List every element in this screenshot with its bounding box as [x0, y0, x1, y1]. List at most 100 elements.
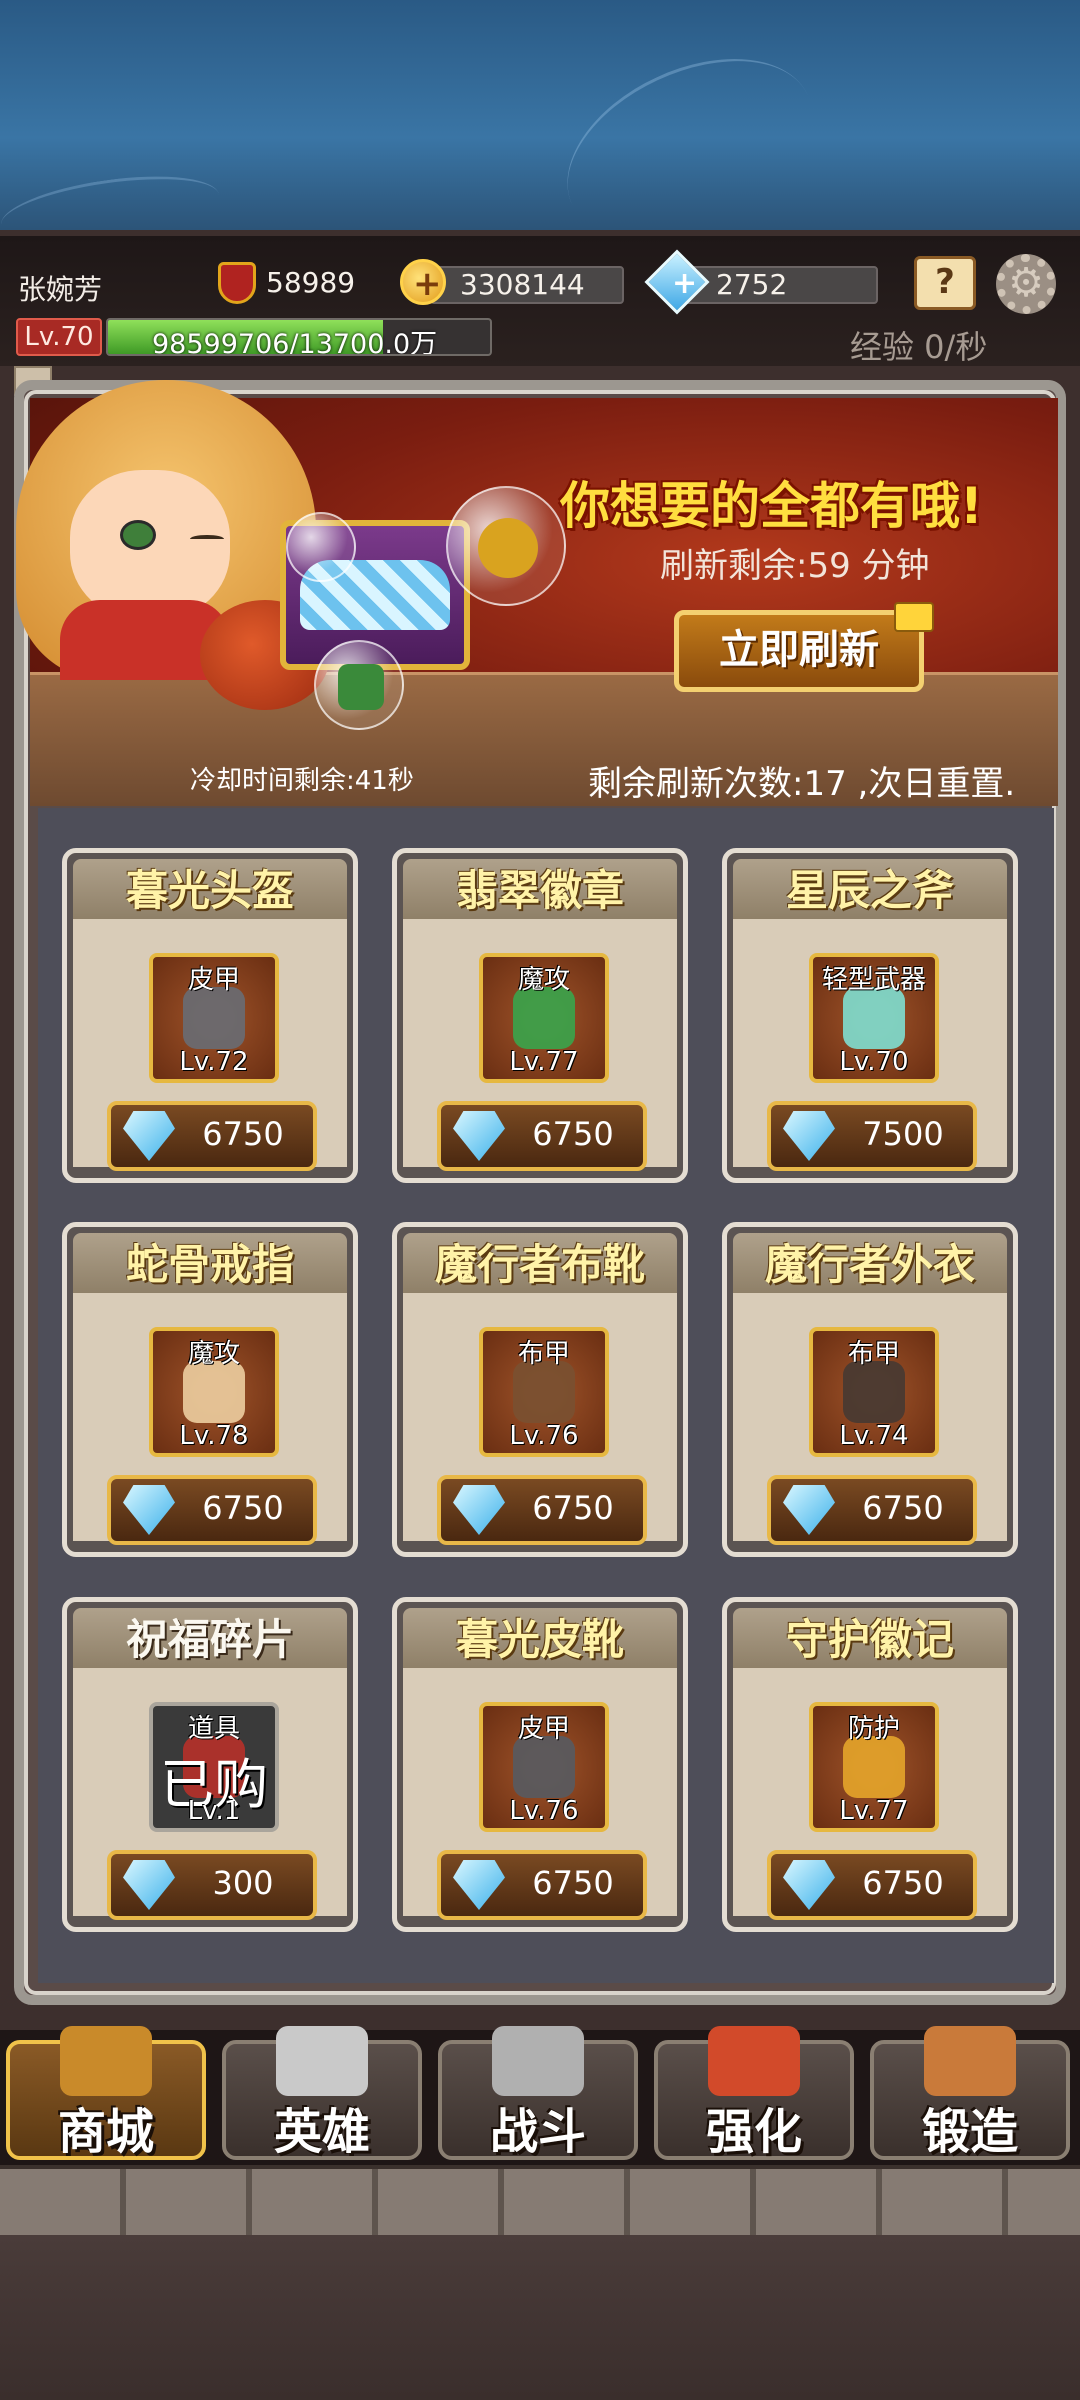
item-name: 星辰之斧	[785, 866, 954, 915]
ring-bubble-icon	[446, 486, 566, 606]
treasure-chest-icon	[60, 2026, 152, 2096]
shop-item-card[interactable]: 祝福碎片道具 已购 Lv.1 300	[62, 1597, 358, 1932]
item-slot[interactable]: 道具 已购 Lv.1	[149, 1702, 279, 1832]
item-level: Lv.78	[179, 1421, 249, 1451]
anvil-icon	[924, 2026, 1016, 2096]
item-price: 300	[212, 1864, 274, 1902]
nav-tab[interactable]: 战斗	[438, 2026, 638, 2160]
sword-shield-icon	[218, 262, 256, 304]
item-type: 魔攻	[517, 965, 570, 995]
item-level: Lv.70	[839, 1047, 909, 1077]
item-slot[interactable]: 布甲 Lv.76	[479, 1327, 609, 1457]
item-price: 6750	[532, 1864, 614, 1902]
buy-button[interactable]: 7500	[767, 1101, 977, 1171]
shop-item-card[interactable]: 暮光皮靴 皮甲 Lv.76 6750	[392, 1597, 688, 1932]
hammer-icon	[708, 2026, 800, 2096]
item-type: 防护	[847, 1714, 900, 1744]
nav-tab-label: 商城	[57, 2104, 154, 2160]
diamond-icon	[453, 1485, 505, 1535]
gold-coin-plus-icon[interactable]: +	[400, 259, 446, 305]
item-slot[interactable]: 布甲 Lv.74	[809, 1327, 939, 1457]
buy-button[interactable]: 6750	[437, 1101, 647, 1171]
item-slot[interactable]: 皮甲 Lv.72	[149, 953, 279, 1083]
shop-item-card[interactable]: 暮光头盔皮甲 Lv.72 6750	[62, 848, 358, 1183]
item-name: 暮光头盔	[125, 866, 294, 915]
shop-item-card[interactable]: 守护徽记 防护 Lv.77 6750	[722, 1597, 1018, 1932]
sky-background	[0, 0, 1080, 278]
shop-item-card[interactable]: 魔行者布靴布甲 Lv.76 6750	[392, 1222, 688, 1557]
refresh-timer: 刷新剩余:59 分钟	[660, 546, 930, 586]
level-badge: Lv.70	[16, 318, 102, 356]
video-ad-icon	[894, 602, 934, 632]
nav-tab-label: 英雄	[273, 2104, 370, 2160]
character-wink	[190, 535, 224, 543]
item-slot[interactable]: 皮甲 Lv.76	[479, 1702, 609, 1832]
item-level: Lv.77	[509, 1047, 579, 1077]
stone-floor	[0, 2165, 1080, 2235]
item-type: 皮甲	[517, 1714, 570, 1744]
buy-button[interactable]: 6750	[767, 1850, 977, 1920]
item-name: 魔行者布靴	[434, 1240, 645, 1289]
item-slot[interactable]: 魔攻 Lv.77	[479, 953, 609, 1083]
buy-button[interactable]: 6750	[437, 1475, 647, 1545]
nav-tab-label: 战斗	[489, 2104, 586, 2160]
buy-button[interactable]: 6750	[767, 1475, 977, 1545]
exp-rate: 经验 0/秒	[850, 328, 988, 366]
item-slot[interactable]: 魔攻 Lv.78	[149, 1327, 279, 1457]
buy-button[interactable]: 6750	[107, 1475, 317, 1545]
gold-amount: 3308144	[460, 268, 585, 301]
item-name: 蛇骨戒指	[125, 1240, 294, 1289]
item-level: Lv.1	[187, 1796, 241, 1826]
refresh-count-text: 剩余刷新次数:17 ,次日重置.	[588, 764, 1016, 804]
buy-button[interactable]: 6750	[107, 1101, 317, 1171]
character-eye	[120, 520, 156, 550]
item-slot[interactable]: 防护 Lv.77	[809, 1702, 939, 1832]
buy-button[interactable]: 300	[107, 1850, 317, 1920]
rune-bubble-icon	[314, 640, 404, 730]
diamond-icon	[783, 1860, 835, 1910]
combat-power: 58989	[266, 266, 356, 299]
shop-item-card[interactable]: 星辰之斧轻型武器 Lv.70 7500	[722, 848, 1018, 1183]
item-price: 6750	[202, 1489, 284, 1527]
shop-item-card[interactable]: 蛇骨戒指魔攻 Lv.78 6750	[62, 1222, 358, 1557]
item-icon	[513, 1361, 575, 1423]
nav-tab[interactable]: 锻造	[870, 2026, 1070, 2160]
item-level: Lv.77	[839, 1796, 909, 1826]
buy-button[interactable]: 6750	[437, 1850, 647, 1920]
item-icon	[843, 987, 905, 1049]
item-slot[interactable]: 轻型武器 Lv.70	[809, 953, 939, 1083]
item-type: 皮甲	[187, 965, 240, 995]
player-name: 张婉芳	[18, 273, 103, 306]
item-icon	[513, 1736, 575, 1798]
diamond-icon	[783, 1485, 835, 1535]
item-type: 轻型武器	[821, 965, 926, 995]
item-price: 7500	[862, 1115, 944, 1153]
nav-tab[interactable]: 强化	[654, 2026, 854, 2160]
item-price: 6750	[532, 1115, 614, 1153]
plus-icon: +	[672, 266, 698, 301]
diamond-icon	[123, 1860, 175, 1910]
item-type: 布甲	[517, 1339, 570, 1369]
diamond-amount: 2752	[716, 268, 788, 301]
shop-item-card[interactable]: 翡翠徽章魔攻 Lv.77 6750	[392, 848, 688, 1183]
item-name: 翡翠徽章	[455, 866, 624, 915]
diamond-icon	[783, 1111, 835, 1161]
item-icon	[183, 987, 245, 1049]
refresh-now-button[interactable]: 立即刷新	[674, 610, 924, 692]
exp-text: 98599706/13700.0万	[152, 329, 438, 356]
item-name: 魔行者外衣	[764, 1240, 975, 1289]
item-level: Lv.72	[179, 1047, 249, 1077]
gear-icon[interactable]: ⚙	[996, 254, 1056, 314]
help-book-icon[interactable]: ?	[914, 256, 976, 310]
shop-item-card[interactable]: 魔行者外衣布甲 Lv.74 6750	[722, 1222, 1018, 1557]
item-icon	[843, 1736, 905, 1798]
diamond-icon	[453, 1860, 505, 1910]
diamond-icon	[123, 1111, 175, 1161]
item-level: Lv.74	[839, 1421, 909, 1451]
nav-tab[interactable]: 商城	[6, 2026, 206, 2160]
diamond-icon	[123, 1485, 175, 1535]
ground	[0, 2235, 1080, 2400]
item-icon	[843, 1361, 905, 1423]
nav-tab[interactable]: 英雄	[222, 2026, 422, 2160]
item-name: 祝福碎片	[125, 1615, 294, 1664]
